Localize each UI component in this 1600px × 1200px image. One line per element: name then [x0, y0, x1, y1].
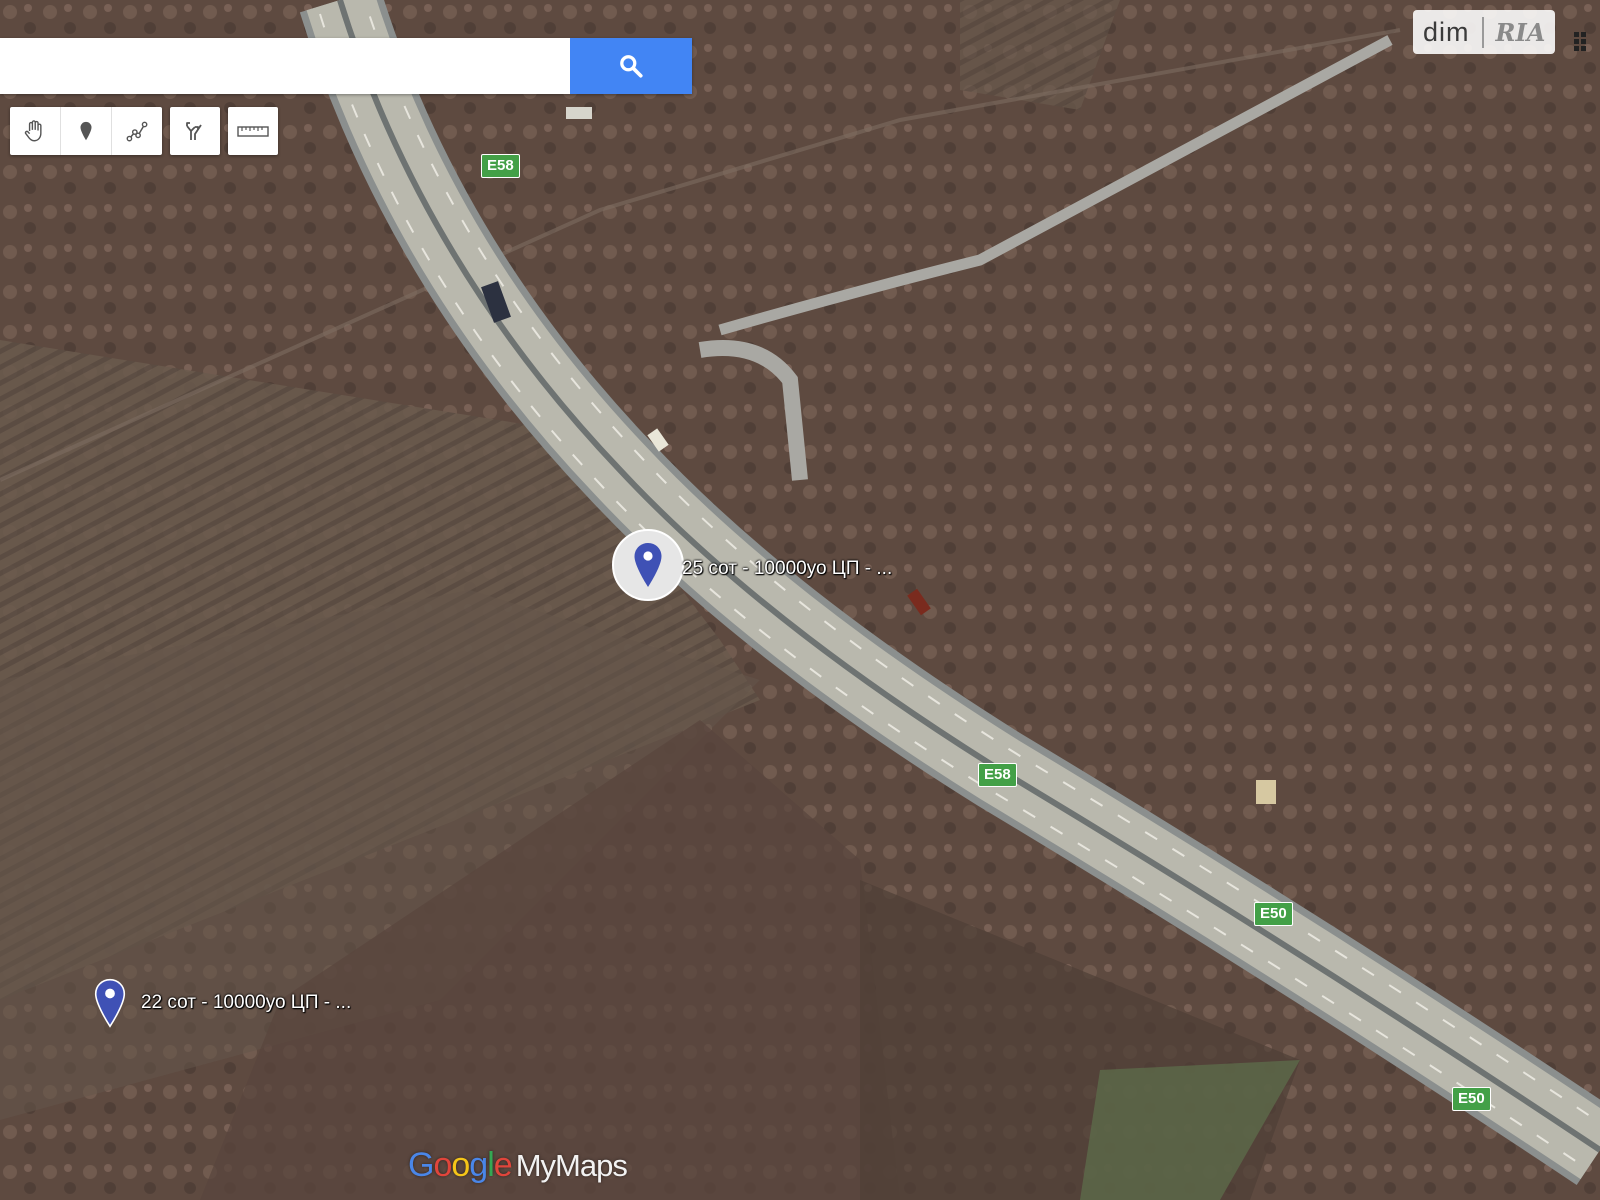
line-icon [126, 121, 148, 142]
draw-line-button[interactable] [112, 107, 162, 155]
location-pin-icon [94, 978, 126, 1028]
directions-button[interactable] [170, 107, 220, 155]
highway-shield-e58: E58 [978, 763, 1017, 787]
add-marker-button[interactable] [61, 107, 112, 155]
search-bar [0, 38, 692, 94]
highway-shield-e50: E50 [1254, 902, 1293, 926]
logo-letter: o [433, 1146, 452, 1184]
marker-label[interactable]: 22 сот - 10000уо ЦП - ... [141, 992, 351, 1014]
logo-dim-text: dim [1423, 16, 1484, 48]
logo-ria-text: RIA [1495, 17, 1546, 47]
measure-group [228, 107, 278, 155]
grid-icon[interactable] [1572, 28, 1592, 56]
draw-tools-group [10, 107, 162, 155]
highway-shield-e50: E50 [1452, 1087, 1491, 1111]
mymaps-text: MyMaps [515, 1148, 628, 1183]
search-icon [620, 55, 643, 78]
satellite-map[interactable] [0, 0, 1600, 1200]
measure-distance-button[interactable] [228, 107, 278, 155]
logo-letter: G [408, 1146, 434, 1184]
dim-ria-logo[interactable]: dim RIA [1413, 10, 1556, 54]
logo-letter: g [469, 1146, 488, 1184]
directions-group [170, 107, 220, 155]
hand-tool-button[interactable] [10, 107, 61, 155]
map-marker-selected[interactable] [611, 528, 685, 607]
directions-icon [186, 122, 202, 140]
marker-label[interactable]: 25 сот - 10000уо ЦП - ... [682, 558, 892, 580]
search-button[interactable] [570, 38, 692, 94]
map-toolbar [10, 107, 278, 155]
search-input[interactable] [0, 38, 570, 94]
logo-letter: e [493, 1146, 513, 1184]
ruler-icon [237, 126, 269, 137]
hand-icon [24, 120, 42, 142]
google-my-maps-logo: Google MyMaps [408, 1146, 628, 1185]
logo-letter: o [451, 1146, 470, 1184]
map-marker[interactable] [92, 977, 128, 1034]
highway-shield-e58: E58 [481, 154, 520, 178]
pin-icon [80, 121, 92, 141]
